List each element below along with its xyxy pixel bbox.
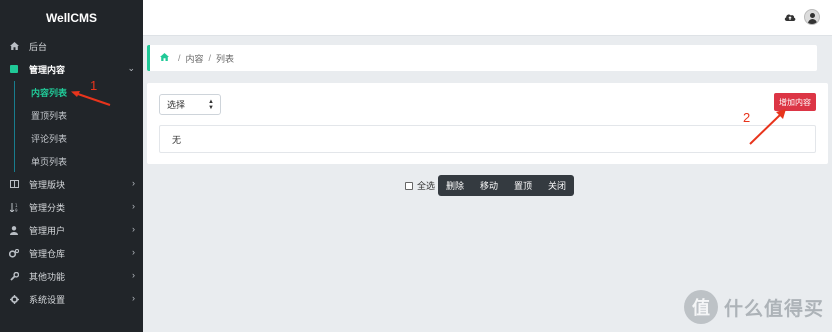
sidebar-item-manage-content[interactable]: 管理内容 ⌄ bbox=[0, 59, 143, 79]
brand-logo[interactable]: WellCMS bbox=[0, 0, 143, 35]
chevron-right-icon: › bbox=[132, 178, 135, 188]
sidebar-item-label: 管理内容 bbox=[29, 65, 66, 75]
filter-select-value: 选择 bbox=[167, 100, 186, 110]
sidebar-item-manage-repository[interactable]: 管理仓库 › bbox=[0, 243, 143, 263]
bulk-action-group: 删除 移动 置顶 关闭 bbox=[438, 175, 575, 196]
select-all-label: 全选 bbox=[417, 181, 436, 191]
filter-select[interactable]: 选择 ▲ ▼ bbox=[159, 94, 221, 115]
empty-list-message: 无 bbox=[159, 125, 816, 153]
sidebar-item-label: 管理仓库 bbox=[29, 249, 66, 259]
sidebar-item-label: 其他功能 bbox=[29, 272, 66, 282]
sidebar-item-label: 管理分类 bbox=[29, 203, 66, 213]
sidebar-subitem-label: 单页列表 bbox=[31, 157, 68, 167]
watermark-text: 什么值得买 bbox=[723, 298, 824, 320]
delete-button[interactable]: 删除 bbox=[438, 175, 472, 196]
chevron-right-icon: › bbox=[132, 201, 135, 211]
annotation-arrow-2 bbox=[749, 109, 786, 145]
annotation-arrow-1 bbox=[71, 91, 111, 106]
checkbox-icon bbox=[405, 181, 413, 190]
home-icon bbox=[9, 41, 19, 51]
move-button[interactable]: 移动 bbox=[472, 175, 506, 196]
sort-icon: 19 bbox=[9, 202, 19, 212]
sidebar-item-system-settings[interactable]: 系统设置 › bbox=[0, 289, 143, 309]
chevron-right-icon: › bbox=[132, 224, 135, 234]
content-panel: 选择 ▲ ▼ 增加内容 无 bbox=[147, 83, 828, 164]
sidebar-item-label: 管理用户 bbox=[29, 226, 66, 236]
sidebar-subitem-comment-list[interactable]: 评论列表 bbox=[0, 128, 143, 148]
select-caret-icon: ▲ ▼ bbox=[208, 99, 214, 111]
sidebar-item-manage-users[interactable]: 管理用户 › bbox=[0, 220, 143, 240]
cogs-icon bbox=[9, 248, 19, 258]
chevron-down-icon: ⌄ bbox=[127, 63, 135, 73]
sidebar-subitem-label: 内容列表 bbox=[31, 88, 68, 98]
wrench-icon bbox=[9, 271, 19, 281]
breadcrumb-separator: / bbox=[178, 53, 181, 63]
watermark: 值 什么值得买 bbox=[683, 290, 824, 324]
breadcrumb-item-content[interactable]: 内容 bbox=[186, 52, 204, 65]
sidebar-item-label: 管理版块 bbox=[29, 180, 66, 190]
close-button[interactable]: 关闭 bbox=[540, 175, 574, 196]
cloud-upload-icon[interactable] bbox=[784, 12, 796, 22]
watermark-logo-icon: 值 bbox=[683, 290, 718, 324]
breadcrumb-item-list: 列表 bbox=[216, 53, 235, 64]
sidebar-item-manage-categories[interactable]: 19 管理分类 › bbox=[0, 197, 143, 217]
sidebar-item-manage-forums[interactable]: 管理版块 › bbox=[0, 174, 143, 194]
breadcrumb-separator: / bbox=[208, 53, 212, 63]
user-icon bbox=[9, 225, 19, 235]
sidebar-item-label: 后台 bbox=[29, 42, 48, 52]
svg-text:9: 9 bbox=[15, 208, 18, 212]
chevron-right-icon: › bbox=[132, 293, 135, 303]
sidebar-item-label: 系统设置 bbox=[29, 295, 66, 305]
sidebar-item-other-functions[interactable]: 其他功能 › bbox=[0, 266, 143, 286]
sidebar-subitem-label: 置顶列表 bbox=[31, 111, 68, 121]
breadcrumb: / 内容 / 列表 bbox=[147, 45, 817, 71]
edit-icon bbox=[9, 64, 19, 74]
chevron-right-icon: › bbox=[132, 270, 135, 280]
sidebar-subitem-label: 评论列表 bbox=[31, 134, 68, 144]
sidebar-item-dashboard[interactable]: 后台 bbox=[0, 36, 143, 56]
top-bar bbox=[143, 0, 832, 36]
home-icon[interactable] bbox=[160, 53, 169, 63]
sidebar-subitem-sticky-list[interactable]: 置顶列表 bbox=[0, 105, 143, 125]
gear-icon bbox=[9, 294, 19, 304]
avatar[interactable] bbox=[804, 9, 820, 25]
sidebar-subitem-page-list[interactable]: 单页列表 bbox=[0, 151, 143, 171]
sticky-button[interactable]: 置顶 bbox=[506, 175, 540, 196]
chevron-right-icon: › bbox=[132, 247, 135, 257]
sidebar: WellCMS 后台 管理内容 ⌄ 内容列表 置顶列表 评论列表 单页列表 管理… bbox=[0, 0, 143, 332]
select-all-checkbox[interactable]: 全选 bbox=[405, 179, 435, 192]
columns-icon bbox=[9, 179, 19, 189]
